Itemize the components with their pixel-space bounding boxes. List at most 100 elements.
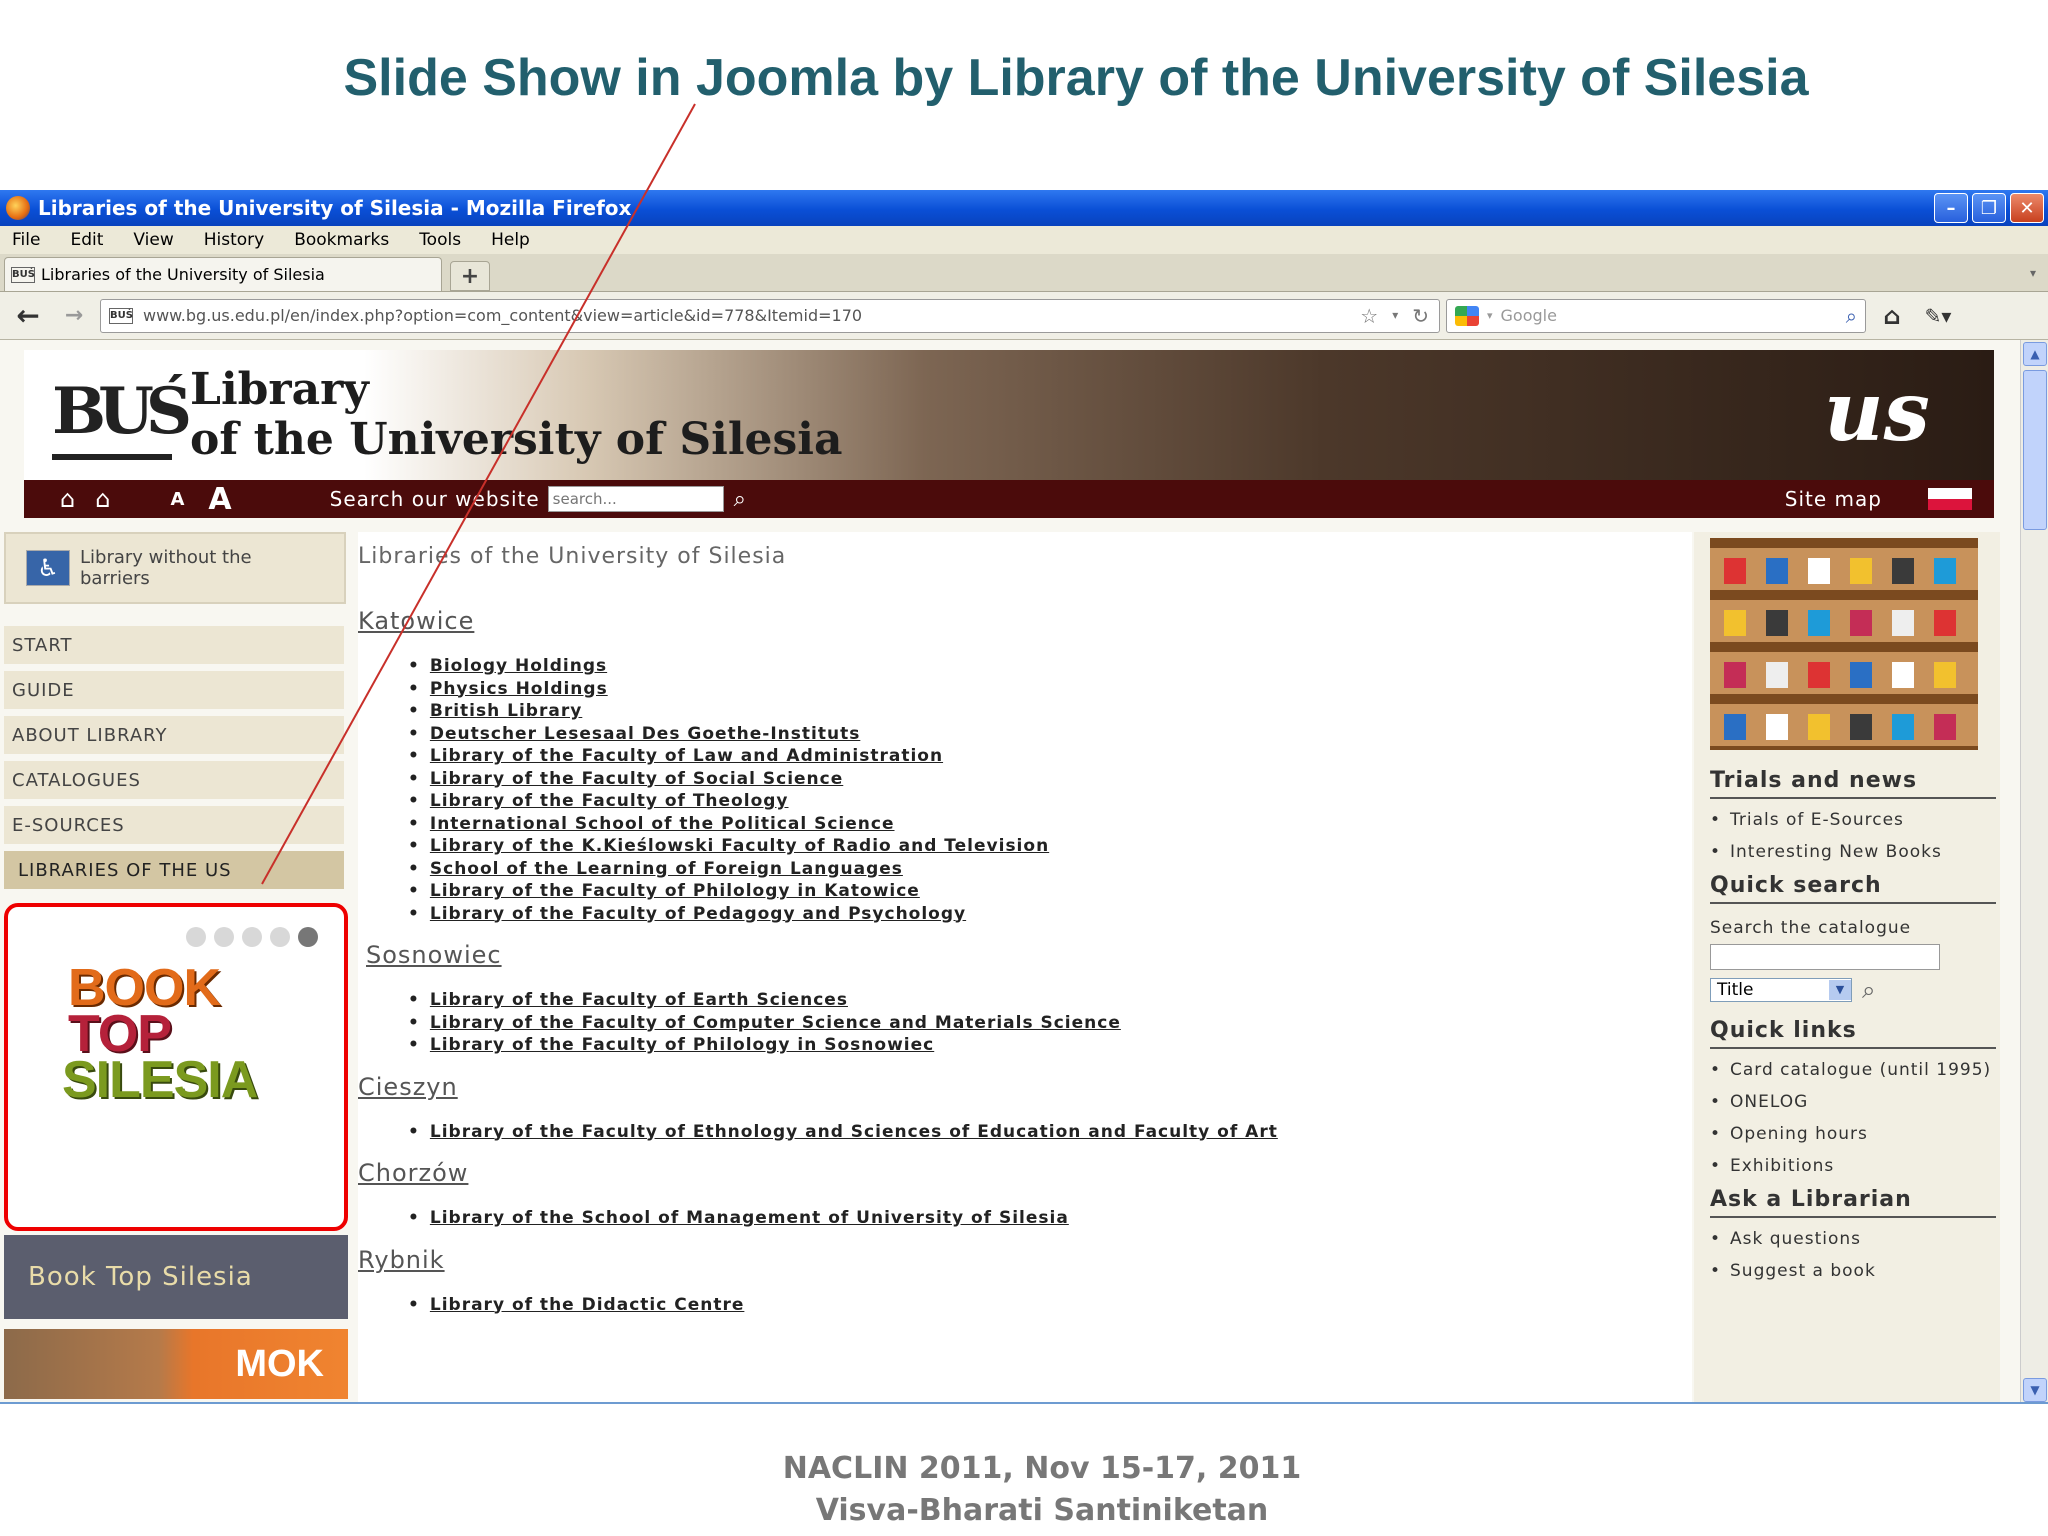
library-link[interactable]: Physics Holdings bbox=[408, 678, 1692, 701]
library-link[interactable]: Library of the K.Kieślowski Faculty of R… bbox=[408, 835, 1692, 858]
slide-dot-1[interactable] bbox=[186, 927, 206, 947]
google-icon[interactable] bbox=[1455, 305, 1479, 326]
trials-link[interactable]: Trials of E-Sources bbox=[1710, 809, 2000, 831]
library-link[interactable]: Library of the Faculty of Ethnology and … bbox=[408, 1121, 1692, 1144]
library-link[interactable]: Library of the Faculty of Theology bbox=[408, 790, 1692, 813]
minimize-button[interactable]: – bbox=[1934, 193, 1968, 223]
library-link[interactable]: Library of the Faculty of Computer Scien… bbox=[408, 1012, 1692, 1035]
accessibility-link[interactable]: ♿ Library without the barriers bbox=[4, 532, 346, 604]
site-map-link[interactable]: Site map bbox=[1785, 487, 1882, 511]
search-engine-dropdown-icon[interactable]: ▾ bbox=[1487, 309, 1493, 322]
library-link[interactable]: Library of the Faculty of Law and Admini… bbox=[408, 745, 1692, 768]
menu-item-e-sources[interactable]: E-SOURCES bbox=[4, 806, 344, 844]
menu-bookmarks[interactable]: Bookmarks bbox=[294, 230, 389, 250]
web-search-field[interactable]: ▾ Google ⌕ bbox=[1446, 298, 1866, 333]
vertical-scrollbar[interactable]: ▲ ▼ bbox=[2020, 340, 2048, 1402]
close-button[interactable]: ✕ bbox=[2010, 193, 2044, 223]
menu-file[interactable]: File bbox=[12, 230, 40, 250]
slide-caption[interactable]: Book Top Silesia bbox=[4, 1235, 348, 1319]
home-icon[interactable]: ⌂ bbox=[60, 485, 75, 513]
library-link[interactable]: Deutscher Lesesaal Des Goethe-Instituts bbox=[408, 723, 1692, 746]
ask-link[interactable]: Ask questions bbox=[1710, 1228, 2000, 1250]
library-link[interactable]: British Library bbox=[408, 700, 1692, 723]
city-heading-chorzów[interactable]: Chorzów bbox=[358, 1159, 1692, 1187]
bus-logo[interactable]: BUŚ bbox=[52, 374, 192, 454]
menu-item-about-library[interactable]: ABOUT LIBRARY bbox=[4, 716, 344, 754]
scroll-thumb[interactable] bbox=[2023, 370, 2047, 530]
library-list: Biology HoldingsPhysics HoldingsBritish … bbox=[358, 655, 1692, 925]
library-link[interactable]: International School of the Political Sc… bbox=[408, 813, 1692, 836]
menu-help[interactable]: Help bbox=[491, 230, 530, 250]
menu-item-libraries-of-the-us[interactable]: LIBRARIES OF THE US bbox=[4, 851, 344, 889]
library-link[interactable]: Library of the School of Management of U… bbox=[408, 1207, 1692, 1230]
library-link[interactable]: Library of the Faculty of Pedagogy and P… bbox=[408, 903, 1692, 926]
reload-icon[interactable]: ↻ bbox=[1412, 304, 1429, 328]
library-link[interactable]: Library of the Faculty of Philology in K… bbox=[408, 880, 1692, 903]
menu-item-start[interactable]: START bbox=[4, 626, 344, 664]
site-search-input[interactable] bbox=[547, 486, 724, 512]
slideshow[interactable]: BOOK TOP SILESIA bbox=[4, 903, 348, 1231]
book-cover bbox=[1766, 558, 1788, 584]
slide-dot-5[interactable] bbox=[298, 927, 318, 947]
url-bar[interactable]: BUŚ www.bg.us.edu.pl/en/index.php?option… bbox=[100, 298, 1440, 333]
restore-button[interactable]: ❐ bbox=[1972, 193, 2006, 223]
library-link[interactable]: Library of the Faculty of Philology in S… bbox=[408, 1034, 1692, 1057]
menu-item-catalogues[interactable]: CATALOGUES bbox=[4, 761, 344, 799]
dropdown-arrow-icon[interactable]: ▾ bbox=[1392, 304, 1398, 328]
home-alt-icon[interactable]: ⌂ bbox=[95, 485, 110, 513]
library-link[interactable]: Library of the Faculty of Earth Sciences bbox=[408, 989, 1692, 1012]
quick-link[interactable]: Exhibitions bbox=[1710, 1155, 2000, 1177]
book-cover bbox=[1850, 662, 1872, 688]
search-icon[interactable]: ⌕ bbox=[1862, 976, 1875, 1004]
library-link[interactable]: Library of the Didactic Centre bbox=[408, 1294, 1692, 1317]
forward-arrow-icon[interactable]: → bbox=[54, 298, 94, 334]
library-link[interactable]: Biology Holdings bbox=[408, 655, 1692, 678]
slide-dot-2[interactable] bbox=[214, 927, 234, 947]
search-icon[interactable]: ⌕ bbox=[1846, 304, 1857, 328]
mok-banner[interactable]: MOK bbox=[4, 1329, 348, 1399]
city-heading-sosnowiec[interactable]: Sosnowiec bbox=[366, 941, 1692, 969]
quick-search-heading: Quick search bbox=[1710, 873, 1996, 904]
search-field-select[interactable]: Title ▼ bbox=[1710, 978, 1852, 1002]
font-large-button[interactable]: A bbox=[208, 482, 231, 517]
library-link[interactable]: School of the Learning of Foreign Langua… bbox=[408, 858, 1692, 881]
book-top-silesia-logo: BOOK TOP SILESIA bbox=[62, 962, 258, 1106]
menu-view[interactable]: View bbox=[133, 230, 173, 250]
bookmark-star-icon[interactable]: ☆ bbox=[1360, 304, 1378, 328]
library-link[interactable]: Library of the Faculty of Social Science bbox=[408, 768, 1692, 791]
city-heading-cieszyn[interactable]: Cieszyn bbox=[358, 1073, 1692, 1101]
left-column: ♿ Library without the barriers START GUID… bbox=[4, 532, 348, 1399]
font-small-button[interactable]: A bbox=[170, 489, 184, 510]
trials-link[interactable]: Interesting New Books bbox=[1710, 841, 2000, 863]
scroll-up-icon[interactable]: ▲ bbox=[2023, 342, 2047, 366]
quick-link[interactable]: Card catalogue (until 1995) bbox=[1710, 1059, 2000, 1081]
menu-tools[interactable]: Tools bbox=[419, 230, 461, 250]
menu-item-guide[interactable]: GUIDE bbox=[4, 671, 344, 709]
ask-link[interactable]: Suggest a book bbox=[1710, 1260, 2000, 1282]
city-heading-katowice[interactable]: Katowice bbox=[358, 607, 1692, 635]
quick-link[interactable]: ONELOG bbox=[1710, 1091, 2000, 1113]
chevron-down-icon: ▼ bbox=[1829, 980, 1851, 1000]
city-list: Katowice Biology HoldingsPhysics Holdings… bbox=[358, 607, 1692, 1316]
university-logo: us bbox=[1824, 364, 1930, 460]
bookshelf-image[interactable] bbox=[1710, 538, 1978, 750]
menu-edit[interactable]: Edit bbox=[70, 230, 103, 250]
polish-flag-icon[interactable] bbox=[1928, 488, 1972, 510]
quick-link[interactable]: Opening hours bbox=[1710, 1123, 2000, 1145]
catalogue-search-input[interactable] bbox=[1710, 944, 1940, 970]
home-icon[interactable]: ⌂ bbox=[1872, 298, 1912, 334]
tools-menu-icon[interactable]: ✎▾ bbox=[1918, 298, 1958, 334]
slide-dot-4[interactable] bbox=[270, 927, 290, 947]
ask-librarian-heading: Ask a Librarian bbox=[1710, 1187, 1996, 1218]
scroll-down-icon[interactable]: ▼ bbox=[2023, 1378, 2047, 1402]
tab-list-icon[interactable]: ▾ bbox=[2030, 266, 2036, 280]
book-cover bbox=[1766, 610, 1788, 636]
new-tab-button[interactable]: + bbox=[450, 261, 490, 291]
menu-history[interactable]: History bbox=[204, 230, 264, 250]
slide-dot-3[interactable] bbox=[242, 927, 262, 947]
tab-libraries[interactable]: BUŚ Libraries of the University of Siles… bbox=[4, 257, 442, 291]
city-heading-rybnik[interactable]: Rybnik bbox=[358, 1246, 1692, 1274]
back-arrow-icon[interactable]: ← bbox=[8, 298, 48, 334]
quick-search-label: Search the catalogue bbox=[1710, 918, 1912, 938]
search-icon[interactable]: ⌕ bbox=[734, 487, 746, 512]
